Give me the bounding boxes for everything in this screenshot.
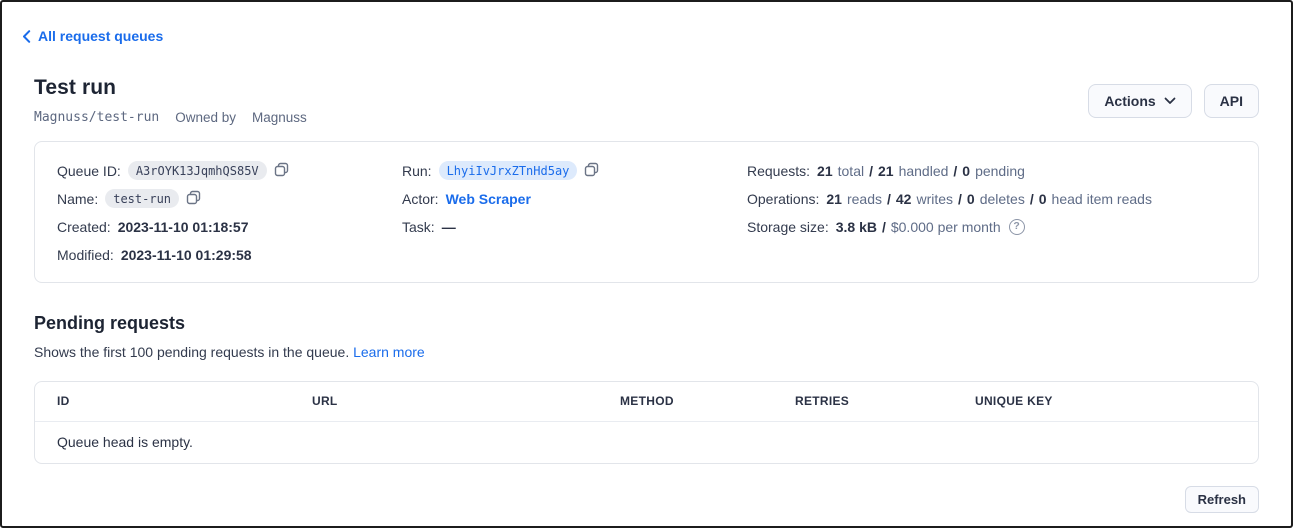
operations-head-item-reads-count: 0 (1039, 191, 1047, 207)
copy-queue-id-button[interactable] (274, 162, 289, 180)
requests-total-count: 21 (817, 163, 833, 179)
requests-handled-word: handled (899, 163, 949, 179)
created-value: 2023-11-10 01:18:57 (118, 219, 249, 235)
refresh-button[interactable]: Refresh (1185, 486, 1259, 513)
operations-deletes-count: 0 (967, 191, 975, 207)
operations-head-item-reads-word: head item reads (1052, 191, 1152, 207)
requests-pending-word: pending (975, 163, 1025, 179)
created-row: Created: 2023-11-10 01:18:57 (57, 213, 402, 241)
help-icon[interactable]: ? (1009, 219, 1025, 235)
name-row: Name: test-run (57, 185, 402, 213)
description-text: Shows the first 100 pending requests in … (34, 344, 349, 360)
name-label: Name: (57, 191, 98, 207)
operations-reads-word: reads (847, 191, 882, 207)
page-header: Test run Magnuss/test-run Owned by Magnu… (34, 76, 1259, 125)
actor-row: Actor: Web Scraper (402, 185, 747, 213)
queue-id-value: A3rOYK13JqmhQS85V (128, 161, 267, 180)
operations-reads-count: 21 (826, 191, 842, 207)
modified-row: Modified: 2023-11-10 01:29:58 (57, 241, 402, 269)
requests-label: Requests: (747, 163, 810, 179)
run-row: Run: LhyiIvJrxZTnHd5ay (402, 157, 747, 185)
storage-size-row: Storage size: 3.8 kB / $0.000 per month … (747, 213, 1236, 241)
learn-more-link[interactable]: Learn more (353, 344, 425, 360)
queue-id-label: Queue ID: (57, 163, 121, 179)
storage-cost-value: $0.000 per month (891, 219, 1001, 235)
actor-label: Actor: (402, 191, 439, 207)
queue-id-row: Queue ID: A3rOYK13JqmhQS85V (57, 157, 402, 185)
pending-requests-table: ID URL METHOD RETRIES UNIQUE KEY Queue h… (34, 381, 1259, 464)
pending-requests-heading: Pending requests (34, 313, 1259, 334)
operations-row: Operations: 21 reads / 42 writes / 0 del… (747, 185, 1236, 213)
chevron-down-icon (1164, 97, 1176, 105)
owned-by-label: Owned by (175, 110, 236, 125)
page-subtitle: Magnuss/test-run Owned by Magnuss (34, 110, 307, 125)
app-window: All request queues Test run Magnuss/test… (0, 0, 1293, 528)
task-value: — (442, 219, 456, 235)
page-title: Test run (34, 76, 307, 100)
chevron-left-icon (22, 30, 31, 43)
actor-link[interactable]: Web Scraper (446, 191, 531, 207)
storage-size-label: Storage size: (747, 219, 829, 235)
modified-label: Modified: (57, 247, 114, 263)
overview-card: Queue ID: A3rOYK13JqmhQS85V Name: test-r… (34, 141, 1259, 283)
copy-run-id-button[interactable] (584, 162, 599, 180)
overview-column-middle: Run: LhyiIvJrxZTnHd5ay Actor: Web Scrape… (402, 157, 747, 269)
title-block: Test run Magnuss/test-run Owned by Magnu… (34, 76, 307, 125)
modified-value: 2023-11-10 01:29:58 (121, 247, 252, 263)
table-header-row: ID URL METHOD RETRIES UNIQUE KEY (35, 382, 1258, 422)
table-footer: Refresh (34, 486, 1259, 513)
overview-column-left: Queue ID: A3rOYK13JqmhQS85V Name: test-r… (57, 157, 402, 269)
separator: / (958, 191, 962, 207)
main-content: All request queues Test run Magnuss/test… (2, 2, 1291, 513)
header-buttons: Actions API (1088, 84, 1259, 118)
requests-row: Requests: 21 total / 21 handled / 0 pend… (747, 157, 1236, 185)
column-header-method: METHOD (620, 394, 795, 408)
pending-requests-description: Shows the first 100 pending requests in … (34, 344, 1259, 360)
separator: / (869, 163, 873, 179)
owner-name: Magnuss (252, 110, 307, 125)
actions-button-label: Actions (1104, 93, 1155, 109)
operations-writes-word: writes (916, 191, 953, 207)
separator: / (953, 163, 957, 179)
operations-label: Operations: (747, 191, 819, 207)
column-header-id: ID (35, 394, 312, 408)
api-button[interactable]: API (1204, 84, 1259, 118)
operations-deletes-word: deletes (980, 191, 1025, 207)
requests-pending-count: 0 (962, 163, 970, 179)
breadcrumb-all-request-queues[interactable]: All request queues (22, 28, 163, 44)
overview-column-right: Requests: 21 total / 21 handled / 0 pend… (747, 157, 1236, 269)
column-header-unique-key: UNIQUE KEY (975, 394, 1258, 408)
task-label: Task: (402, 219, 435, 235)
copy-name-button[interactable] (186, 190, 201, 208)
requests-handled-count: 21 (878, 163, 894, 179)
column-header-retries: RETRIES (795, 394, 975, 408)
created-label: Created: (57, 219, 111, 235)
copy-icon (584, 162, 599, 180)
name-value: test-run (105, 189, 179, 208)
task-row: Task: — (402, 213, 747, 241)
separator: / (1030, 191, 1034, 207)
copy-icon (186, 190, 201, 208)
operations-writes-count: 42 (896, 191, 912, 207)
empty-state-row: Queue head is empty. (35, 422, 1258, 463)
actions-button[interactable]: Actions (1088, 84, 1191, 118)
column-header-url: URL (312, 394, 620, 408)
breadcrumb-label: All request queues (38, 28, 163, 44)
copy-icon (274, 162, 289, 180)
queue-path: Magnuss/test-run (34, 110, 159, 125)
run-id-value[interactable]: LhyiIvJrxZTnHd5ay (439, 161, 578, 180)
storage-size-value: 3.8 kB (836, 219, 877, 235)
separator: / (882, 219, 886, 235)
separator: / (887, 191, 891, 207)
run-label: Run: (402, 163, 432, 179)
requests-total-word: total (838, 163, 864, 179)
